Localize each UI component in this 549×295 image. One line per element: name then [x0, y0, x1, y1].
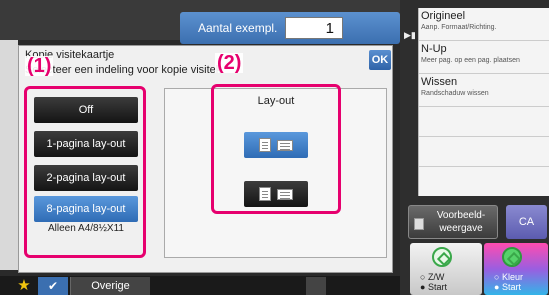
- business-card-dialog: Kopie visitekaartje Selecteer een indeli…: [18, 45, 393, 273]
- start-color-button[interactable]: ○ Kleur ● Start: [484, 243, 548, 295]
- bottom-extra-button[interactable]: [306, 277, 326, 295]
- left-strip: [0, 40, 18, 270]
- start-color-sub: Start: [501, 282, 521, 292]
- check-icon[interactable]: ✔: [38, 277, 68, 295]
- dialog-subtitle: Selecteer een indeling voor kopie visite…: [25, 64, 222, 76]
- start-bw-mode: Z/W: [427, 272, 445, 282]
- start-bw-label: ○ Z/W ● Start: [420, 272, 447, 292]
- function-item-n-up[interactable]: N-Up Meer pag. op een pag. plaatsen: [419, 41, 549, 74]
- function-item-wissen[interactable]: Wissen Randschaduw wissen: [419, 74, 549, 107]
- start-bw-button[interactable]: ○ Z/W ● Start: [410, 243, 482, 295]
- option-8-page[interactable]: 8-pagina lay-out: [34, 196, 138, 222]
- copies-bar: Aantal exempl. 1: [180, 12, 400, 44]
- expand-arrow-icon[interactable]: ▶▮: [404, 30, 416, 41]
- document-portrait-icon: [259, 138, 271, 152]
- option-note: Alleen A4/8½X11: [48, 223, 124, 234]
- preview-button[interactable]: Voorbeeld- weergave: [408, 205, 498, 239]
- function-subtitle: Aanp. Formaat/Richting.: [421, 24, 497, 31]
- callout-2: (2): [215, 52, 244, 74]
- copies-label: Aantal exempl.: [198, 21, 278, 35]
- function-item-empty: [419, 107, 549, 137]
- option-1-page[interactable]: 1-pagina lay-out: [34, 131, 138, 157]
- start-icon: [432, 247, 452, 267]
- function-title: Wissen: [421, 76, 458, 88]
- options-highlight: Off 1-pagina lay-out 2-pagina lay-out 8-…: [24, 86, 146, 258]
- callout-1: (1): [25, 55, 54, 77]
- function-title: Origineel: [421, 10, 466, 22]
- star-icon[interactable]: ★: [14, 277, 34, 295]
- document-portrait-icon: [259, 187, 271, 201]
- function-list: Origineel Aanp. Formaat/Richting. N-Up M…: [418, 8, 549, 196]
- layout-option-1[interactable]: [244, 132, 308, 158]
- preview-icon: [414, 218, 424, 230]
- start-color-label: ○ Kleur ● Start: [494, 272, 523, 292]
- layout-option-2[interactable]: [244, 181, 308, 207]
- function-subtitle: Meer pag. op een pag. plaatsen: [421, 57, 520, 64]
- document-landscape-icon: [277, 139, 293, 151]
- function-subtitle: Randschaduw wissen: [421, 90, 489, 97]
- other-button[interactable]: Overige: [70, 277, 150, 295]
- layout-highlight: Lay-out: [211, 84, 341, 214]
- ca-button[interactable]: CA: [506, 205, 547, 239]
- document-landscape-icon: [277, 188, 293, 200]
- layout-title: Lay-out: [257, 95, 295, 107]
- function-title: N-Up: [421, 43, 447, 55]
- ok-button[interactable]: OK: [369, 50, 391, 70]
- start-bw-sub: Start: [427, 282, 447, 292]
- function-item-origineel[interactable]: Origineel Aanp. Formaat/Richting.: [419, 8, 549, 41]
- copies-input[interactable]: 1: [285, 17, 343, 39]
- preview-label: Voorbeeld- weergave: [436, 210, 486, 234]
- option-2-page[interactable]: 2-pagina lay-out: [34, 165, 138, 191]
- option-off[interactable]: Off: [34, 97, 138, 123]
- function-item-empty: [419, 137, 549, 167]
- start-color-mode: Kleur: [501, 272, 523, 282]
- start-icon: [502, 247, 522, 267]
